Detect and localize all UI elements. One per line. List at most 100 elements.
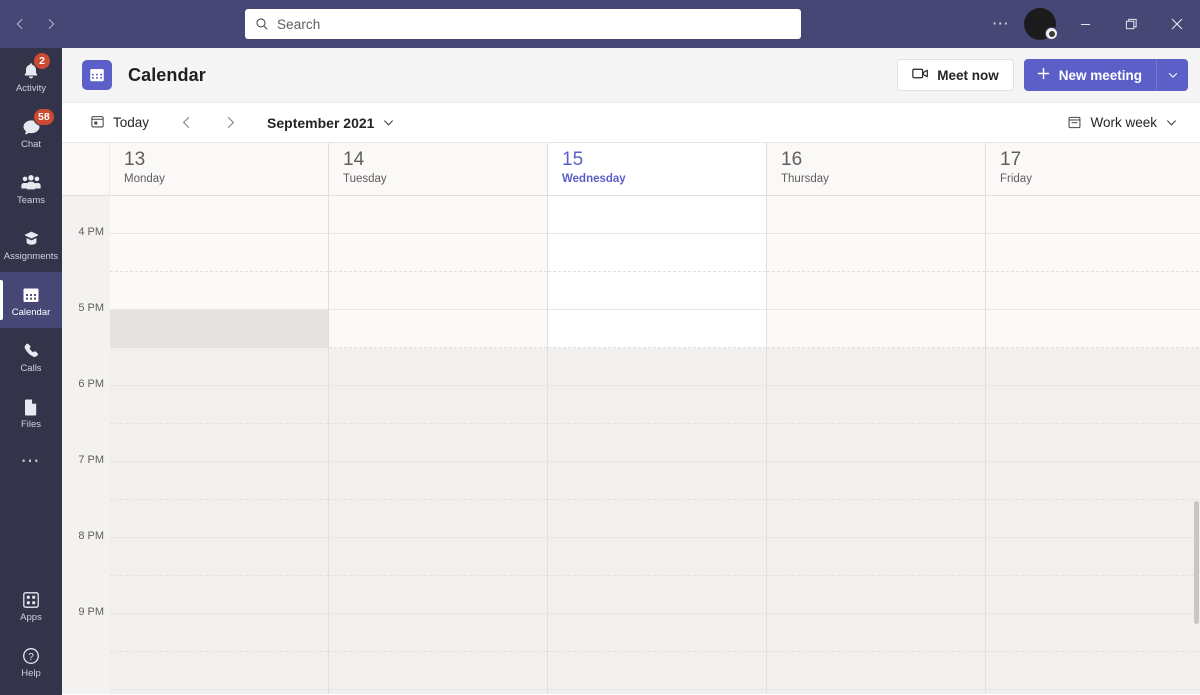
day-header-thursday[interactable]: 16 Thursday [767, 143, 986, 195]
time-slot[interactable] [110, 196, 328, 234]
close-button[interactable] [1154, 0, 1200, 48]
sidebar-item-assignments[interactable]: Assignments [0, 216, 62, 272]
time-slot[interactable] [329, 652, 547, 690]
time-slot[interactable] [329, 500, 547, 538]
time-slot[interactable] [329, 462, 547, 500]
time-slot[interactable] [329, 310, 547, 348]
time-slot[interactable] [548, 538, 766, 576]
time-slot[interactable] [548, 690, 766, 694]
time-slot[interactable] [986, 234, 1200, 272]
time-slot[interactable] [548, 614, 766, 652]
time-slot[interactable] [548, 576, 766, 614]
time-slot[interactable] [329, 614, 547, 652]
time-slot[interactable] [329, 234, 547, 272]
time-slot[interactable] [110, 462, 328, 500]
sidebar-item-help[interactable]: ? Help [0, 633, 62, 689]
time-slot[interactable] [110, 690, 328, 694]
calendar-scrollbar[interactable] [1193, 196, 1199, 694]
time-slot[interactable] [329, 196, 547, 234]
view-selector[interactable]: Work week [1059, 108, 1186, 138]
sidebar-item-activity[interactable]: Activity 2 [0, 48, 62, 104]
time-slot[interactable] [767, 196, 985, 234]
minimize-button[interactable] [1062, 0, 1108, 48]
time-slot[interactable] [986, 652, 1200, 690]
time-slot[interactable] [986, 348, 1200, 386]
time-slot[interactable] [329, 386, 547, 424]
meet-now-button[interactable]: Meet now [897, 59, 1014, 91]
time-slot[interactable] [986, 690, 1200, 694]
time-slot[interactable] [548, 196, 766, 234]
time-slot[interactable] [548, 348, 766, 386]
time-slot[interactable] [110, 386, 328, 424]
time-slot[interactable] [767, 462, 985, 500]
time-slot[interactable] [329, 424, 547, 462]
time-slot[interactable] [329, 576, 547, 614]
more-options-icon[interactable]: ⋯ [984, 8, 1018, 40]
time-slot[interactable] [767, 576, 985, 614]
day-header-tuesday[interactable]: 14 Tuesday [329, 143, 548, 195]
time-slot[interactable] [548, 386, 766, 424]
back-icon[interactable] [8, 12, 31, 36]
maximize-button[interactable] [1108, 0, 1154, 48]
calendar-scroll-region[interactable]: 3 PM 4 PM 5 PM 6 PM 7 PM 8 PM 9 PM [62, 196, 1200, 694]
avatar[interactable] [1018, 0, 1062, 48]
next-week-icon[interactable] [215, 108, 245, 138]
time-slot[interactable] [548, 234, 766, 272]
time-slot[interactable] [329, 690, 547, 694]
sidebar-item-teams[interactable]: Teams [0, 160, 62, 216]
time-slot[interactable] [548, 462, 766, 500]
new-meeting-button[interactable]: New meeting [1023, 59, 1156, 91]
day-header-monday[interactable]: 13 Monday [110, 143, 329, 195]
time-slot[interactable] [986, 500, 1200, 538]
scrollbar-thumb[interactable] [1194, 501, 1199, 624]
time-slot[interactable] [329, 538, 547, 576]
previous-week-icon[interactable] [171, 108, 201, 138]
day-header-wednesday[interactable]: 15 Wednesday [548, 143, 767, 195]
sidebar-item-chat[interactable]: Chat 58 [0, 104, 62, 160]
time-slot[interactable] [986, 462, 1200, 500]
sidebar-item-apps[interactable]: Apps [0, 577, 62, 633]
time-slot[interactable] [986, 310, 1200, 348]
time-slot[interactable] [767, 614, 985, 652]
time-slot[interactable] [110, 652, 328, 690]
time-slot[interactable] [329, 272, 547, 310]
time-slot[interactable] [548, 652, 766, 690]
time-slot[interactable] [110, 538, 328, 576]
time-slot[interactable] [986, 576, 1200, 614]
time-slot[interactable] [986, 196, 1200, 234]
day-header-friday[interactable]: 17 Friday [986, 143, 1200, 195]
new-meeting-chevron-down-icon[interactable] [1156, 59, 1188, 91]
sidebar-item-files[interactable]: Files [0, 384, 62, 440]
time-slot-selected[interactable] [110, 310, 328, 348]
time-slot[interactable] [767, 234, 985, 272]
time-slot[interactable] [986, 538, 1200, 576]
sidebar-item-calls[interactable]: Calls [0, 328, 62, 384]
time-slot[interactable] [767, 424, 985, 462]
time-slot[interactable] [548, 310, 766, 348]
time-slot[interactable] [767, 348, 985, 386]
time-slot[interactable] [767, 652, 985, 690]
time-slot[interactable] [110, 234, 328, 272]
time-slot[interactable] [986, 386, 1200, 424]
month-picker[interactable]: September 2021 [259, 108, 403, 138]
time-slot[interactable] [329, 348, 547, 386]
time-slot[interactable] [767, 310, 985, 348]
time-slot[interactable] [548, 424, 766, 462]
time-slot[interactable] [548, 272, 766, 310]
sidebar-item-calendar[interactable]: Calendar [0, 272, 62, 328]
time-slot[interactable] [110, 500, 328, 538]
time-slot[interactable] [110, 272, 328, 310]
time-slot[interactable] [767, 538, 985, 576]
time-slot[interactable] [767, 690, 985, 694]
time-slot[interactable] [110, 348, 328, 386]
time-slot[interactable] [767, 386, 985, 424]
search-input[interactable]: Search [245, 9, 801, 39]
time-slot[interactable] [767, 272, 985, 310]
time-slot[interactable] [548, 500, 766, 538]
forward-icon[interactable] [39, 12, 62, 36]
rail-more-icon[interactable]: ⋯ [0, 440, 62, 484]
today-button[interactable]: Today [82, 108, 157, 138]
time-slot[interactable] [986, 272, 1200, 310]
time-slot[interactable] [110, 576, 328, 614]
time-slot[interactable] [110, 614, 328, 652]
